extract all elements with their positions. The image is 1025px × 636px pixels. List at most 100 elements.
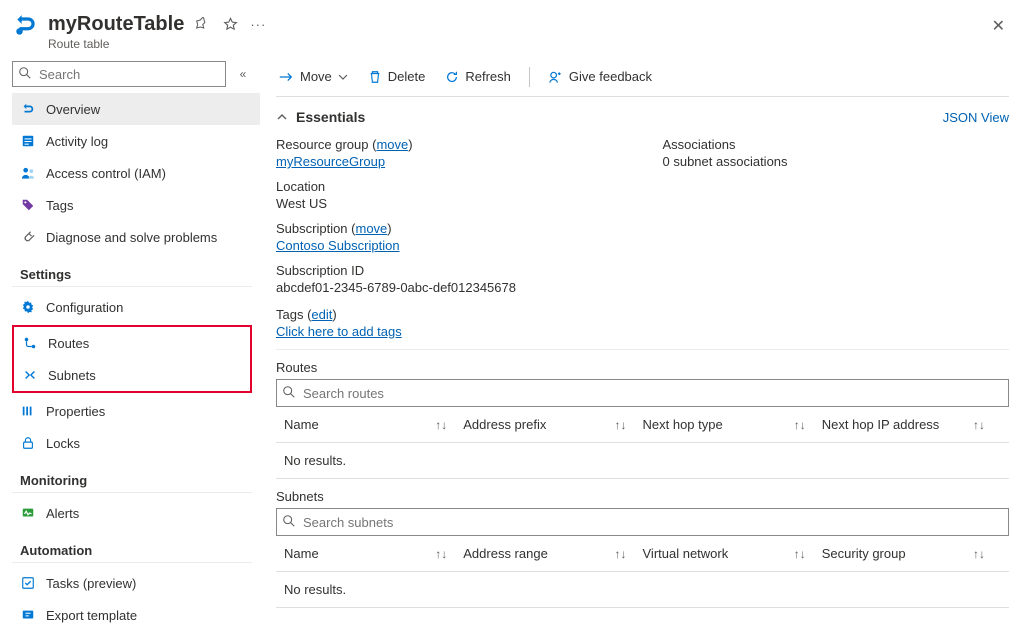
sidebar-item-tags[interactable]: Tags — [12, 189, 260, 221]
alerts-icon — [20, 505, 36, 521]
sidebar-item-label: Properties — [46, 404, 105, 419]
sidebar-item-label: Overview — [46, 102, 100, 117]
field-label: Tags — [276, 307, 303, 322]
column-label: Address prefix — [463, 417, 546, 432]
sidebar-item-export-template[interactable]: Export template — [12, 599, 260, 631]
sidebar-item-configuration[interactable]: Configuration — [12, 291, 260, 323]
sidebar-item-properties[interactable]: Properties — [12, 395, 260, 427]
search-icon — [282, 385, 296, 399]
routes-no-results: No results. — [276, 443, 1009, 479]
subnets-search-input[interactable] — [276, 508, 1009, 536]
json-view-link[interactable]: JSON View — [943, 110, 1009, 125]
sort-icon: ↑↓ — [615, 547, 627, 561]
sidebar-item-routes[interactable]: Routes — [14, 327, 250, 359]
column-label: Name — [284, 417, 319, 432]
configuration-icon — [20, 299, 36, 315]
refresh-button[interactable]: Refresh — [443, 65, 513, 88]
column-label: Address range — [463, 546, 548, 561]
access-control-icon — [20, 165, 36, 181]
route-table-icon — [12, 12, 40, 40]
field-label: Resource group — [276, 137, 369, 152]
routes-search-input[interactable] — [276, 379, 1009, 407]
essentials-label: Essentials — [296, 109, 365, 125]
column-header[interactable]: Next hop type ↑↓ — [643, 417, 822, 432]
divider — [12, 562, 252, 563]
column-label: Next hop IP address — [822, 417, 940, 432]
locks-icon — [20, 435, 36, 451]
tags-icon — [20, 197, 36, 213]
sidebar-item-activity-log[interactable]: Activity log — [12, 125, 260, 157]
collapse-sidebar-button[interactable]: « — [234, 67, 252, 81]
activity-log-icon — [20, 133, 36, 149]
refresh-icon — [445, 70, 459, 84]
overview-icon — [20, 101, 36, 117]
column-header[interactable]: Virtual network↑↓ — [643, 546, 822, 561]
sidebar-search-input[interactable] — [12, 61, 226, 87]
column-header[interactable]: Next hop IP address ↑↓ — [822, 417, 1001, 432]
properties-icon — [20, 403, 36, 419]
move-button[interactable]: Move — [276, 65, 350, 88]
delete-button[interactable]: Delete — [366, 65, 428, 88]
sidebar-item-label: Configuration — [46, 300, 123, 315]
move-icon — [278, 70, 294, 84]
sidebar-item-subnets[interactable]: Subnets — [14, 359, 250, 391]
essentials-subscription-id: Subscription ID abcdef01-2345-6789-0abc-… — [276, 263, 623, 295]
column-header[interactable]: Address range ↑↓ — [463, 546, 642, 561]
subnets-no-results: No results. — [276, 572, 1009, 608]
sidebar-item-tasks[interactable]: Tasks (preview) — [12, 567, 260, 599]
favorite-icon[interactable] — [222, 16, 238, 32]
column-header[interactable]: Name ↑↓ — [284, 417, 463, 432]
pin-icon[interactable] — [194, 16, 210, 32]
column-header[interactable]: Security group↑↓ — [822, 546, 1001, 561]
sort-icon: ↑↓ — [794, 547, 806, 561]
subnets-table-header: Name↑↓ Address range ↑↓ Virtual network↑↓… — [276, 536, 1009, 572]
sidebar-item-label: Alerts — [46, 506, 79, 521]
tasks-icon — [20, 575, 36, 591]
subscription-link[interactable]: Contoso Subscription — [276, 238, 400, 253]
sort-icon: ↑↓ — [973, 418, 985, 432]
sidebar-item-access-control[interactable]: Access control (IAM) — [12, 157, 260, 189]
feedback-icon — [548, 70, 563, 84]
button-label: Refresh — [465, 69, 511, 84]
sidebar-item-label: Activity log — [46, 134, 108, 149]
field-label: Subscription ID — [276, 263, 623, 278]
field-value: West US — [276, 196, 623, 211]
sort-icon: ↑↓ — [794, 418, 806, 432]
button-label: Delete — [388, 69, 426, 84]
sort-icon: ↑↓ — [435, 418, 447, 432]
close-button[interactable]: ✕ — [984, 12, 1013, 40]
edit-tags-link[interactable]: edit — [311, 307, 332, 322]
button-label: Give feedback — [569, 69, 652, 84]
sidebar-item-overview[interactable]: Overview — [12, 93, 260, 125]
move-link[interactable]: move — [356, 221, 388, 236]
main-content: Move Delete Refresh Give feedback — [260, 57, 1025, 636]
separator — [529, 67, 530, 87]
chevron-up-icon[interactable] — [276, 111, 288, 123]
essentials-header: Essentials JSON View — [276, 101, 1009, 133]
group-label-monitoring: Monitoring — [12, 459, 260, 490]
routes-icon — [22, 335, 38, 351]
column-label: Next hop type — [643, 417, 723, 432]
essentials-resource-group: Resource group (move) myResourceGroup — [276, 137, 623, 169]
subnets-icon — [22, 367, 38, 383]
essentials-tags: Tags (edit) Click here to add tags — [276, 303, 1009, 350]
move-link[interactable]: move — [376, 137, 408, 152]
essentials-location: Location West US — [276, 179, 623, 211]
resource-group-link[interactable]: myResourceGroup — [276, 154, 385, 169]
column-header[interactable]: Name↑↓ — [284, 546, 463, 561]
search-icon — [18, 66, 32, 80]
column-label: Security group — [822, 546, 906, 561]
essentials-associations: Associations 0 subnet associations — [663, 137, 1010, 169]
sidebar-item-diagnose[interactable]: Diagnose and solve problems — [12, 221, 260, 253]
divider — [12, 286, 252, 287]
routes-label: Routes — [276, 360, 1009, 375]
add-tags-link[interactable]: Click here to add tags — [276, 324, 402, 339]
feedback-button[interactable]: Give feedback — [546, 65, 654, 88]
sidebar-item-alerts[interactable]: Alerts — [12, 497, 260, 529]
sidebar-item-label: Export template — [46, 608, 137, 623]
more-icon[interactable]: ··· — [250, 16, 266, 32]
button-label: Move — [300, 69, 332, 84]
column-header[interactable]: Address prefix↑↓ — [463, 417, 642, 432]
diagnose-icon — [20, 229, 36, 245]
sidebar-item-locks[interactable]: Locks — [12, 427, 260, 459]
